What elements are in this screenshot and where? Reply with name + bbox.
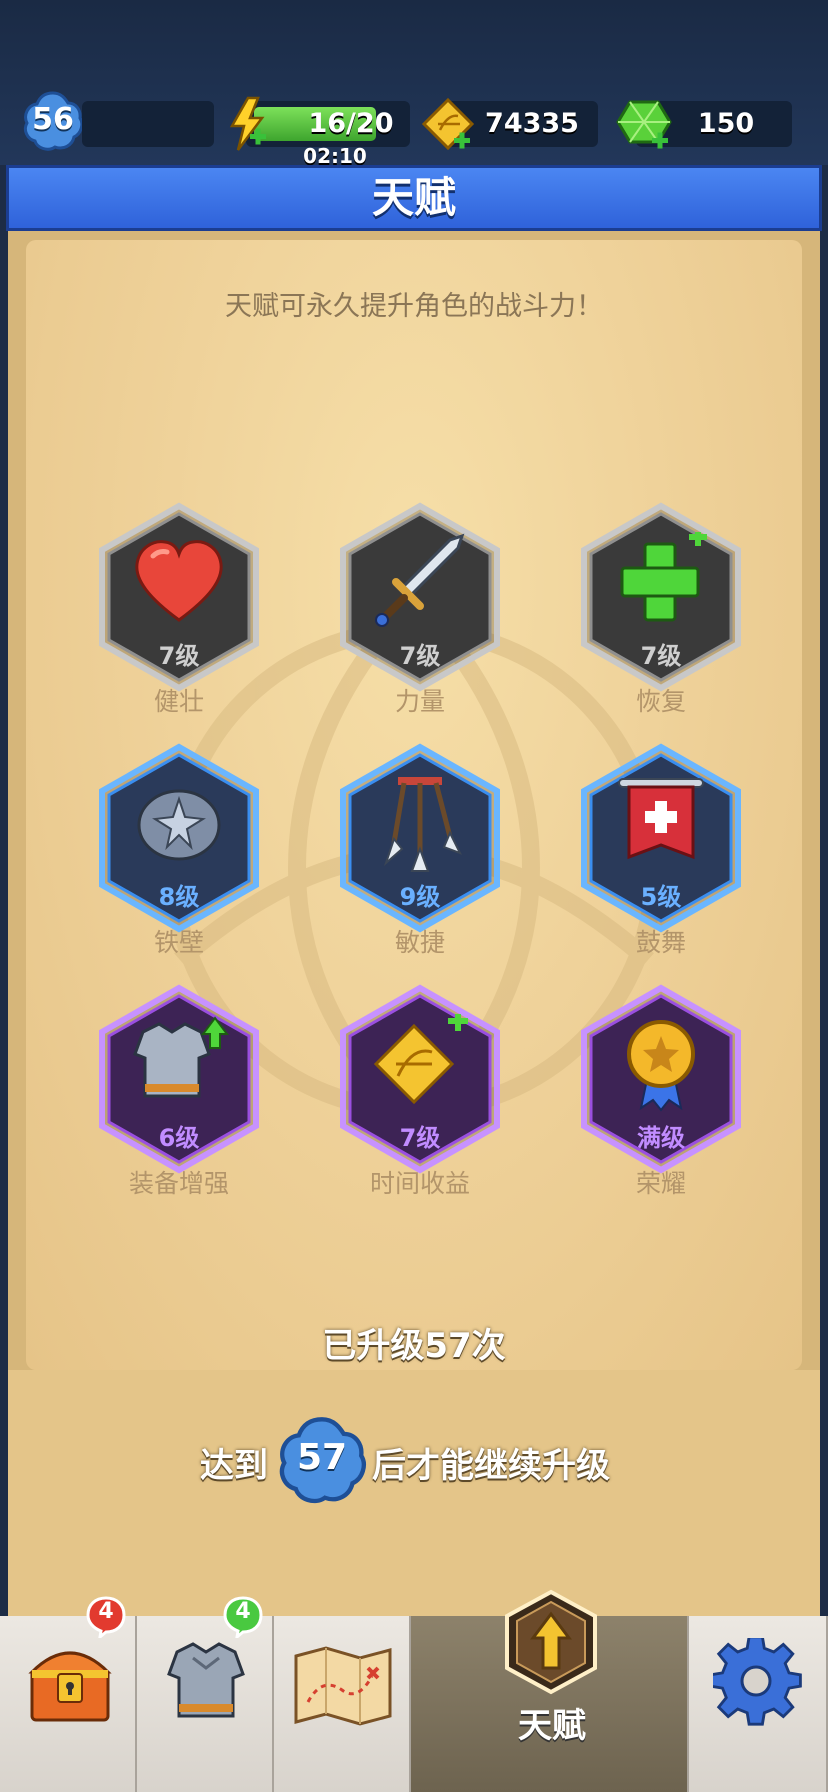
requirement-prefix: 达到 bbox=[200, 1446, 268, 1486]
talent-name: 敏捷 bbox=[394, 928, 445, 957]
arrows-icon bbox=[383, 777, 463, 872]
equipment-notification-badge: 4 bbox=[223, 1596, 263, 1641]
medal-icon bbox=[627, 1020, 695, 1112]
heart-icon bbox=[135, 540, 223, 622]
green-gem-icon[interactable] bbox=[614, 96, 674, 152]
equipment-badge-count: 4 bbox=[235, 1599, 251, 1624]
nav-tab-map[interactable] bbox=[274, 1616, 411, 1792]
talent-name: 铁壁 bbox=[153, 928, 204, 957]
talent-level: 6级 bbox=[158, 1124, 200, 1152]
armor-upgrade-icon bbox=[133, 1016, 229, 1098]
talent-subtitle: 天赋可永久提升角色的战斗力！ bbox=[225, 291, 603, 322]
talent-level: 8级 bbox=[158, 883, 200, 911]
talent-level: 7级 bbox=[399, 642, 441, 670]
gem-value: 150 bbox=[697, 108, 755, 139]
talent-name: 鼓舞 bbox=[635, 928, 686, 957]
required-level-badge: 57 bbox=[277, 1415, 367, 1505]
talent-level: 满级 bbox=[637, 1124, 685, 1152]
treasure-map-icon bbox=[294, 1646, 392, 1726]
talent-level: 9级 bbox=[399, 883, 441, 911]
talent-7[interactable]: 6级 bbox=[94, 984, 264, 1184]
title-banner: 天赋 bbox=[6, 165, 822, 231]
talent-1[interactable]: 7级 bbox=[94, 502, 264, 702]
talent-3[interactable]: 7级 bbox=[576, 502, 746, 702]
required-level-text: 57 bbox=[296, 1437, 348, 1478]
talent-5[interactable]: 9级 bbox=[335, 743, 505, 943]
talent-name: 力量 bbox=[394, 687, 445, 716]
gold-bow-plus-icon bbox=[373, 1014, 468, 1105]
gear-icon bbox=[713, 1638, 802, 1726]
talent-level: 7级 bbox=[640, 642, 682, 670]
talent-name: 装备增强 bbox=[128, 1169, 229, 1198]
talent-6[interactable]: 5级 bbox=[576, 743, 746, 943]
talent-level: 7级 bbox=[158, 642, 200, 670]
nav-tab-chest[interactable] bbox=[0, 1616, 137, 1792]
energy-bolt-icon[interactable] bbox=[226, 96, 270, 152]
requirement-suffix: 后才能继续升级 bbox=[372, 1446, 610, 1486]
xp-bar bbox=[82, 101, 214, 147]
page-title: 天赋 bbox=[371, 173, 456, 222]
player-level-text: 56 bbox=[32, 102, 74, 137]
talent-level: 5级 bbox=[640, 883, 682, 911]
chest-badge-count: 4 bbox=[98, 1599, 114, 1624]
talent-name: 时间收益 bbox=[369, 1169, 470, 1198]
energy-value: 16/20 bbox=[308, 108, 394, 139]
heal-plus-icon bbox=[620, 532, 707, 622]
talent-name: 健壮 bbox=[153, 687, 204, 716]
talent-arrow-icon bbox=[505, 1589, 597, 1695]
talent-name: 荣耀 bbox=[635, 1169, 686, 1198]
talent-2[interactable]: 7级 bbox=[335, 502, 505, 702]
treasure-chest-icon bbox=[28, 1651, 112, 1722]
spiked-shield-icon bbox=[137, 789, 221, 861]
talent-9[interactable]: 满级 bbox=[576, 984, 746, 1184]
talent-name: 恢复 bbox=[635, 687, 686, 716]
nav-tab-talent-label: 天赋 bbox=[518, 1706, 586, 1746]
gold-coin-icon[interactable] bbox=[420, 96, 476, 152]
chest-notification-badge: 4 bbox=[86, 1596, 126, 1641]
sword-icon bbox=[375, 533, 465, 627]
talent-8[interactable]: 7级 bbox=[335, 984, 505, 1184]
nav-tab-settings[interactable] bbox=[689, 1616, 828, 1792]
gold-value: 74335 bbox=[485, 108, 579, 139]
parchment-lower bbox=[8, 1370, 820, 1616]
upgrade-count: 已升级57次 bbox=[322, 1326, 506, 1366]
banner-icon bbox=[618, 778, 704, 860]
energy-bar[interactable]: 16/20 bbox=[246, 101, 410, 147]
talent-4[interactable]: 8级 bbox=[94, 743, 264, 943]
player-level-badge[interactable]: 56 bbox=[22, 90, 84, 152]
armor-icon bbox=[167, 1642, 245, 1718]
nav-tab-equipment[interactable] bbox=[137, 1616, 274, 1792]
talent-level: 7级 bbox=[399, 1124, 441, 1152]
